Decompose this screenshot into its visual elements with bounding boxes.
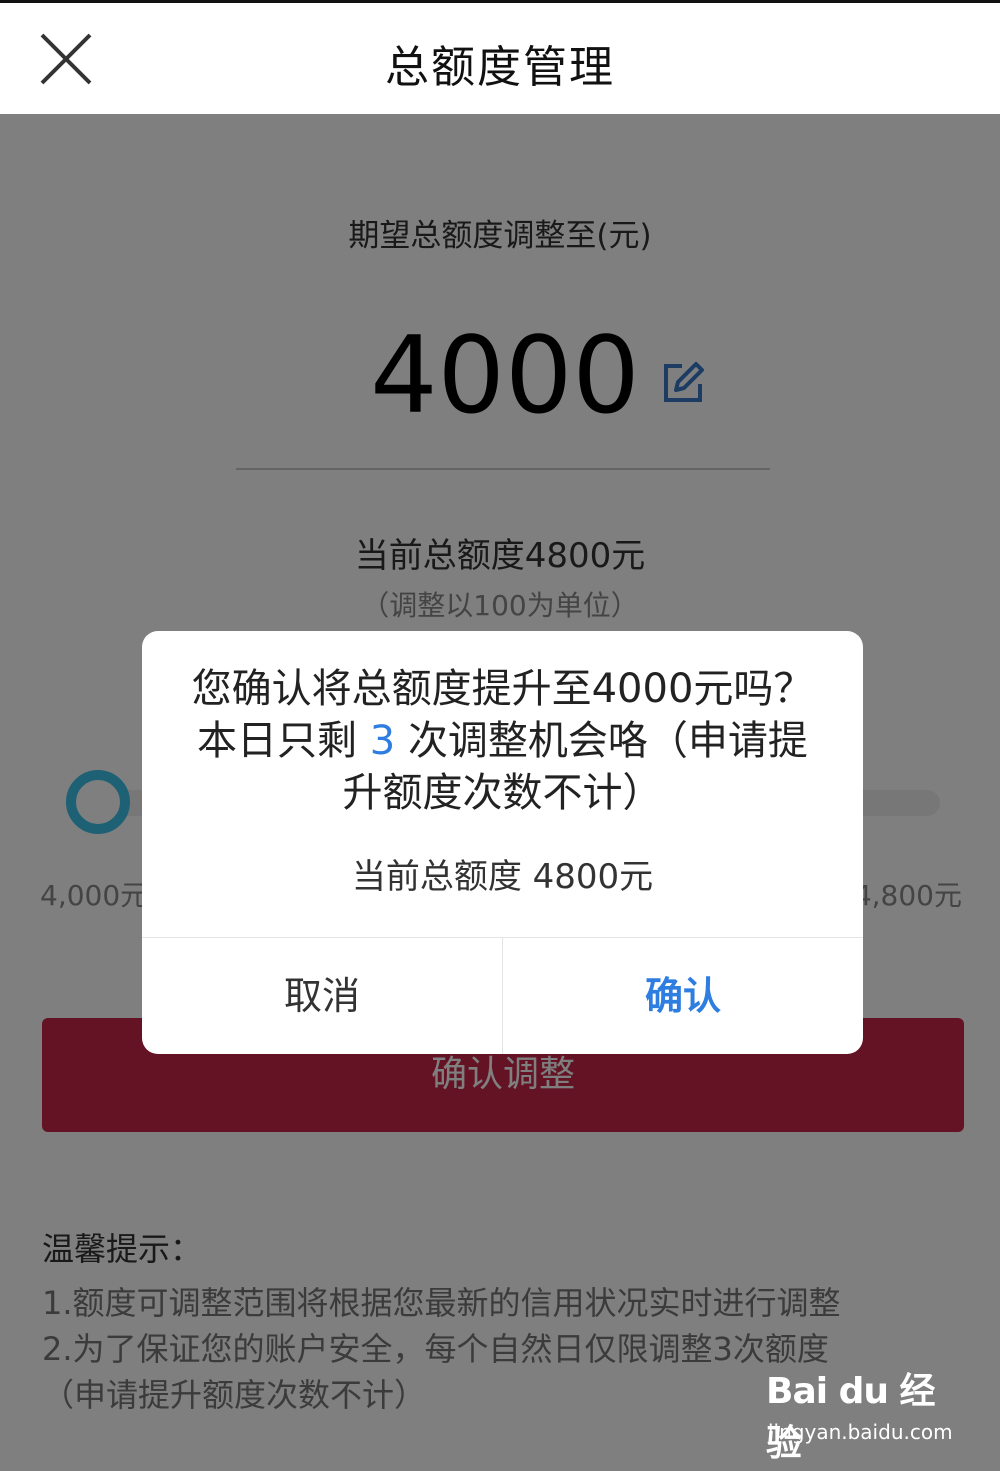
dialog-message: 您确认将总额度提升至4000元吗？本日只剩 3 次调整机会咯（申请提升额度次数不… <box>182 663 823 819</box>
remaining-count: 3 <box>369 718 396 764</box>
confirm-dialog: 您确认将总额度提升至4000元吗？本日只剩 3 次调整机会咯（申请提升额度次数不… <box>142 631 863 1054</box>
watermark-url: jingyan.baidu.com <box>768 1420 953 1444</box>
baidu-jingyan-watermark: Bai du 经验 jingyan.baidu.com <box>766 1362 966 1464</box>
dialog-current-total: 当前总额度 4800元 <box>351 857 654 897</box>
confirm-button[interactable]: 确认 <box>503 938 863 1054</box>
watermark-logo: Bai du 经验 <box>766 1371 936 1464</box>
top-bar: 总额度管理 <box>0 0 1000 114</box>
page-title: 总额度管理 <box>385 42 615 93</box>
dialog-message-part2: 次调整机会咯（申请提升额度次数不计） <box>342 718 808 816</box>
cancel-button[interactable]: 取消 <box>142 938 502 1054</box>
